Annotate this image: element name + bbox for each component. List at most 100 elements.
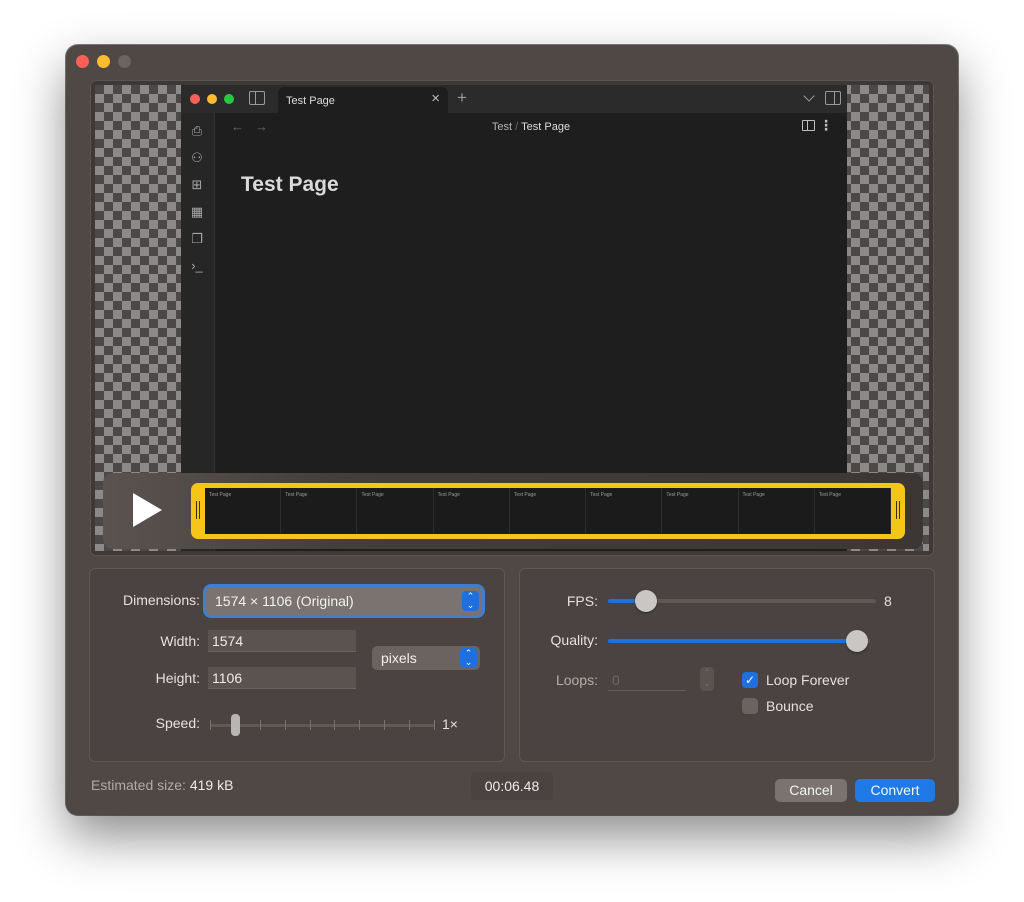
loop-forever-label: Loop Forever bbox=[766, 672, 850, 688]
timeline-frame: Test Page bbox=[510, 488, 587, 534]
speed-slider-tick bbox=[434, 720, 435, 730]
app-tab-title: Test Page bbox=[286, 95, 335, 107]
up-down-chevron-icon: ⌃ ⌄ bbox=[460, 648, 477, 668]
chevron-down-icon bbox=[803, 90, 815, 102]
height-input[interactable]: 1106 bbox=[208, 667, 356, 689]
speed-slider-tick bbox=[334, 720, 336, 730]
speed-slider-thumb[interactable] bbox=[230, 714, 240, 736]
app-window-controls bbox=[190, 94, 234, 104]
dimensions-value: 1574 × 1106 (Original) bbox=[215, 593, 354, 609]
timeline-frame: Test Page bbox=[434, 488, 510, 534]
speed-slider-tick bbox=[284, 720, 286, 730]
speed-value: 1× bbox=[442, 716, 458, 732]
loops-stepper[interactable]: ⌃ ⌄ bbox=[700, 667, 714, 691]
tab-close-icon: × bbox=[431, 90, 440, 107]
timeline-frame: Test Page bbox=[281, 488, 358, 534]
speed-slider-tick bbox=[359, 720, 361, 730]
app-titlebar: Test Page × + bbox=[181, 85, 847, 113]
dimensions-select[interactable]: 1574 × 1106 (Original) ⌃ ⌄ bbox=[206, 587, 482, 615]
loops-label: Loops: bbox=[555, 672, 598, 688]
minimize-button[interactable] bbox=[97, 55, 110, 68]
timeline-frame-label: Test Page bbox=[666, 492, 689, 498]
speed-slider-track bbox=[210, 724, 434, 727]
speed-slider-tick bbox=[409, 720, 411, 730]
timeline-frame-label: Test Page bbox=[513, 492, 537, 498]
canvas-icon: ⊞ bbox=[191, 177, 203, 192]
unit-value: pixels bbox=[381, 650, 417, 666]
app-minimize-dot bbox=[207, 94, 217, 104]
trim-range[interactable]: Test Page Test Page Test Page Test Page Test… bbox=[191, 483, 905, 539]
timeline-frame: Test Page bbox=[815, 488, 891, 534]
timeline-frame: Test Page bbox=[586, 488, 663, 534]
window-controls bbox=[76, 55, 131, 68]
app-nav-row: ← → Test / Test Page ⋮ bbox=[215, 113, 847, 141]
speed-slider-tick bbox=[384, 720, 386, 730]
zoom-button-disabled bbox=[118, 55, 131, 68]
width-input[interactable]: 1574 bbox=[208, 630, 356, 652]
cancel-button[interactable]: Cancel bbox=[775, 779, 847, 802]
close-button[interactable] bbox=[76, 55, 89, 68]
fps-label: FPS: bbox=[566, 593, 598, 609]
speed-slider[interactable] bbox=[210, 713, 435, 737]
command-palette-icon: ›_ bbox=[191, 258, 203, 273]
timeline-bar: Test Page Test Page Test Page Test Page Test… bbox=[103, 473, 923, 549]
speed-slider-tick bbox=[309, 720, 311, 730]
play-button[interactable] bbox=[133, 493, 162, 527]
bounce-label: Bounce bbox=[766, 698, 814, 714]
loops-input[interactable]: 0 bbox=[608, 669, 686, 691]
breadcrumb-separator: / bbox=[515, 121, 519, 133]
new-tab-icon: + bbox=[457, 88, 467, 107]
fps-slider[interactable] bbox=[608, 590, 876, 612]
estimated-size-label: Estimated size: bbox=[91, 777, 186, 793]
bounce-checkbox[interactable] bbox=[742, 698, 758, 714]
app-zoom-dot bbox=[224, 94, 234, 104]
timeline-frame: Test Page bbox=[662, 488, 739, 534]
estimated-size: Estimated size: 419 kB bbox=[91, 777, 233, 793]
loop-forever-checkbox[interactable]: ✓ bbox=[742, 672, 758, 688]
width-label: Width: bbox=[160, 633, 200, 649]
right-sidebar-toggle-icon bbox=[825, 91, 841, 105]
timeline-frame-label: Test Page bbox=[818, 492, 841, 498]
timeline-frame: Test Page bbox=[357, 488, 434, 534]
convert-button[interactable]: Convert bbox=[855, 779, 935, 802]
trim-end-handle[interactable] bbox=[896, 501, 900, 519]
left-sidebar-toggle-icon bbox=[249, 91, 265, 105]
more-options-icon: ⋮ bbox=[819, 117, 833, 133]
timeline-frame: Test Page bbox=[205, 488, 282, 534]
animation-settings-panel: FPS: 8 Quality: Loops: 0 ⌃ ⌄ ✓ Loop Forev… bbox=[519, 568, 935, 762]
quality-slider-fill bbox=[608, 639, 857, 643]
timeline-frame-label: Test Page bbox=[742, 492, 765, 498]
app-close-dot bbox=[190, 94, 200, 104]
timeline-frame-label: Test Page bbox=[361, 492, 384, 498]
quality-label: Quality: bbox=[550, 632, 598, 648]
app-tab: Test Page × bbox=[278, 87, 448, 113]
timeline-frame-label: Test Page bbox=[590, 492, 613, 498]
dimensions-label: Dimensions: bbox=[122, 592, 200, 608]
trim-start-handle[interactable] bbox=[196, 501, 200, 519]
reading-view-icon bbox=[802, 120, 815, 131]
breadcrumb: Test / Test Page bbox=[215, 121, 847, 133]
speed-slider-tick bbox=[210, 720, 211, 730]
note-title: Test Page bbox=[241, 173, 339, 196]
templates-icon: ❐ bbox=[191, 231, 203, 246]
daily-note-icon: ▦ bbox=[190, 204, 204, 219]
timeline-frame: Test Page bbox=[739, 488, 815, 534]
estimated-size-value: 419 kB bbox=[189, 777, 234, 793]
height-label: Height: bbox=[155, 670, 200, 686]
quality-slider-thumb[interactable] bbox=[845, 630, 868, 652]
quick-switcher-icon: ⎙ bbox=[191, 123, 203, 138]
size-settings-panel: Dimensions: 1574 × 1106 (Original) ⌃ ⌄ Wi… bbox=[89, 568, 505, 762]
gif-export-dialog: Test Page × + ⎙ ⚇ ⊞ ▦ ❐ ›_ ← → Test / Test… bbox=[66, 45, 958, 815]
speed-label: Speed: bbox=[155, 715, 200, 731]
speed-slider-tick bbox=[259, 720, 261, 730]
fps-slider-thumb[interactable] bbox=[634, 590, 657, 612]
unit-select[interactable]: pixels ⌃ ⌄ bbox=[372, 646, 480, 670]
quality-slider[interactable] bbox=[608, 630, 870, 652]
preview-area: Test Page × + ⎙ ⚇ ⊞ ▦ ❐ ›_ ← → Test / Test… bbox=[90, 80, 934, 556]
frame-strip: Test Page Test Page Test Page Test Page Test… bbox=[205, 488, 891, 534]
timeline-frame-label: Test Page bbox=[437, 492, 460, 498]
fps-value: 8 bbox=[884, 593, 892, 609]
timeline-frame-label: Test Page bbox=[285, 492, 308, 498]
graph-view-icon: ⚇ bbox=[191, 150, 203, 165]
breadcrumb-parent: Test bbox=[491, 121, 513, 133]
